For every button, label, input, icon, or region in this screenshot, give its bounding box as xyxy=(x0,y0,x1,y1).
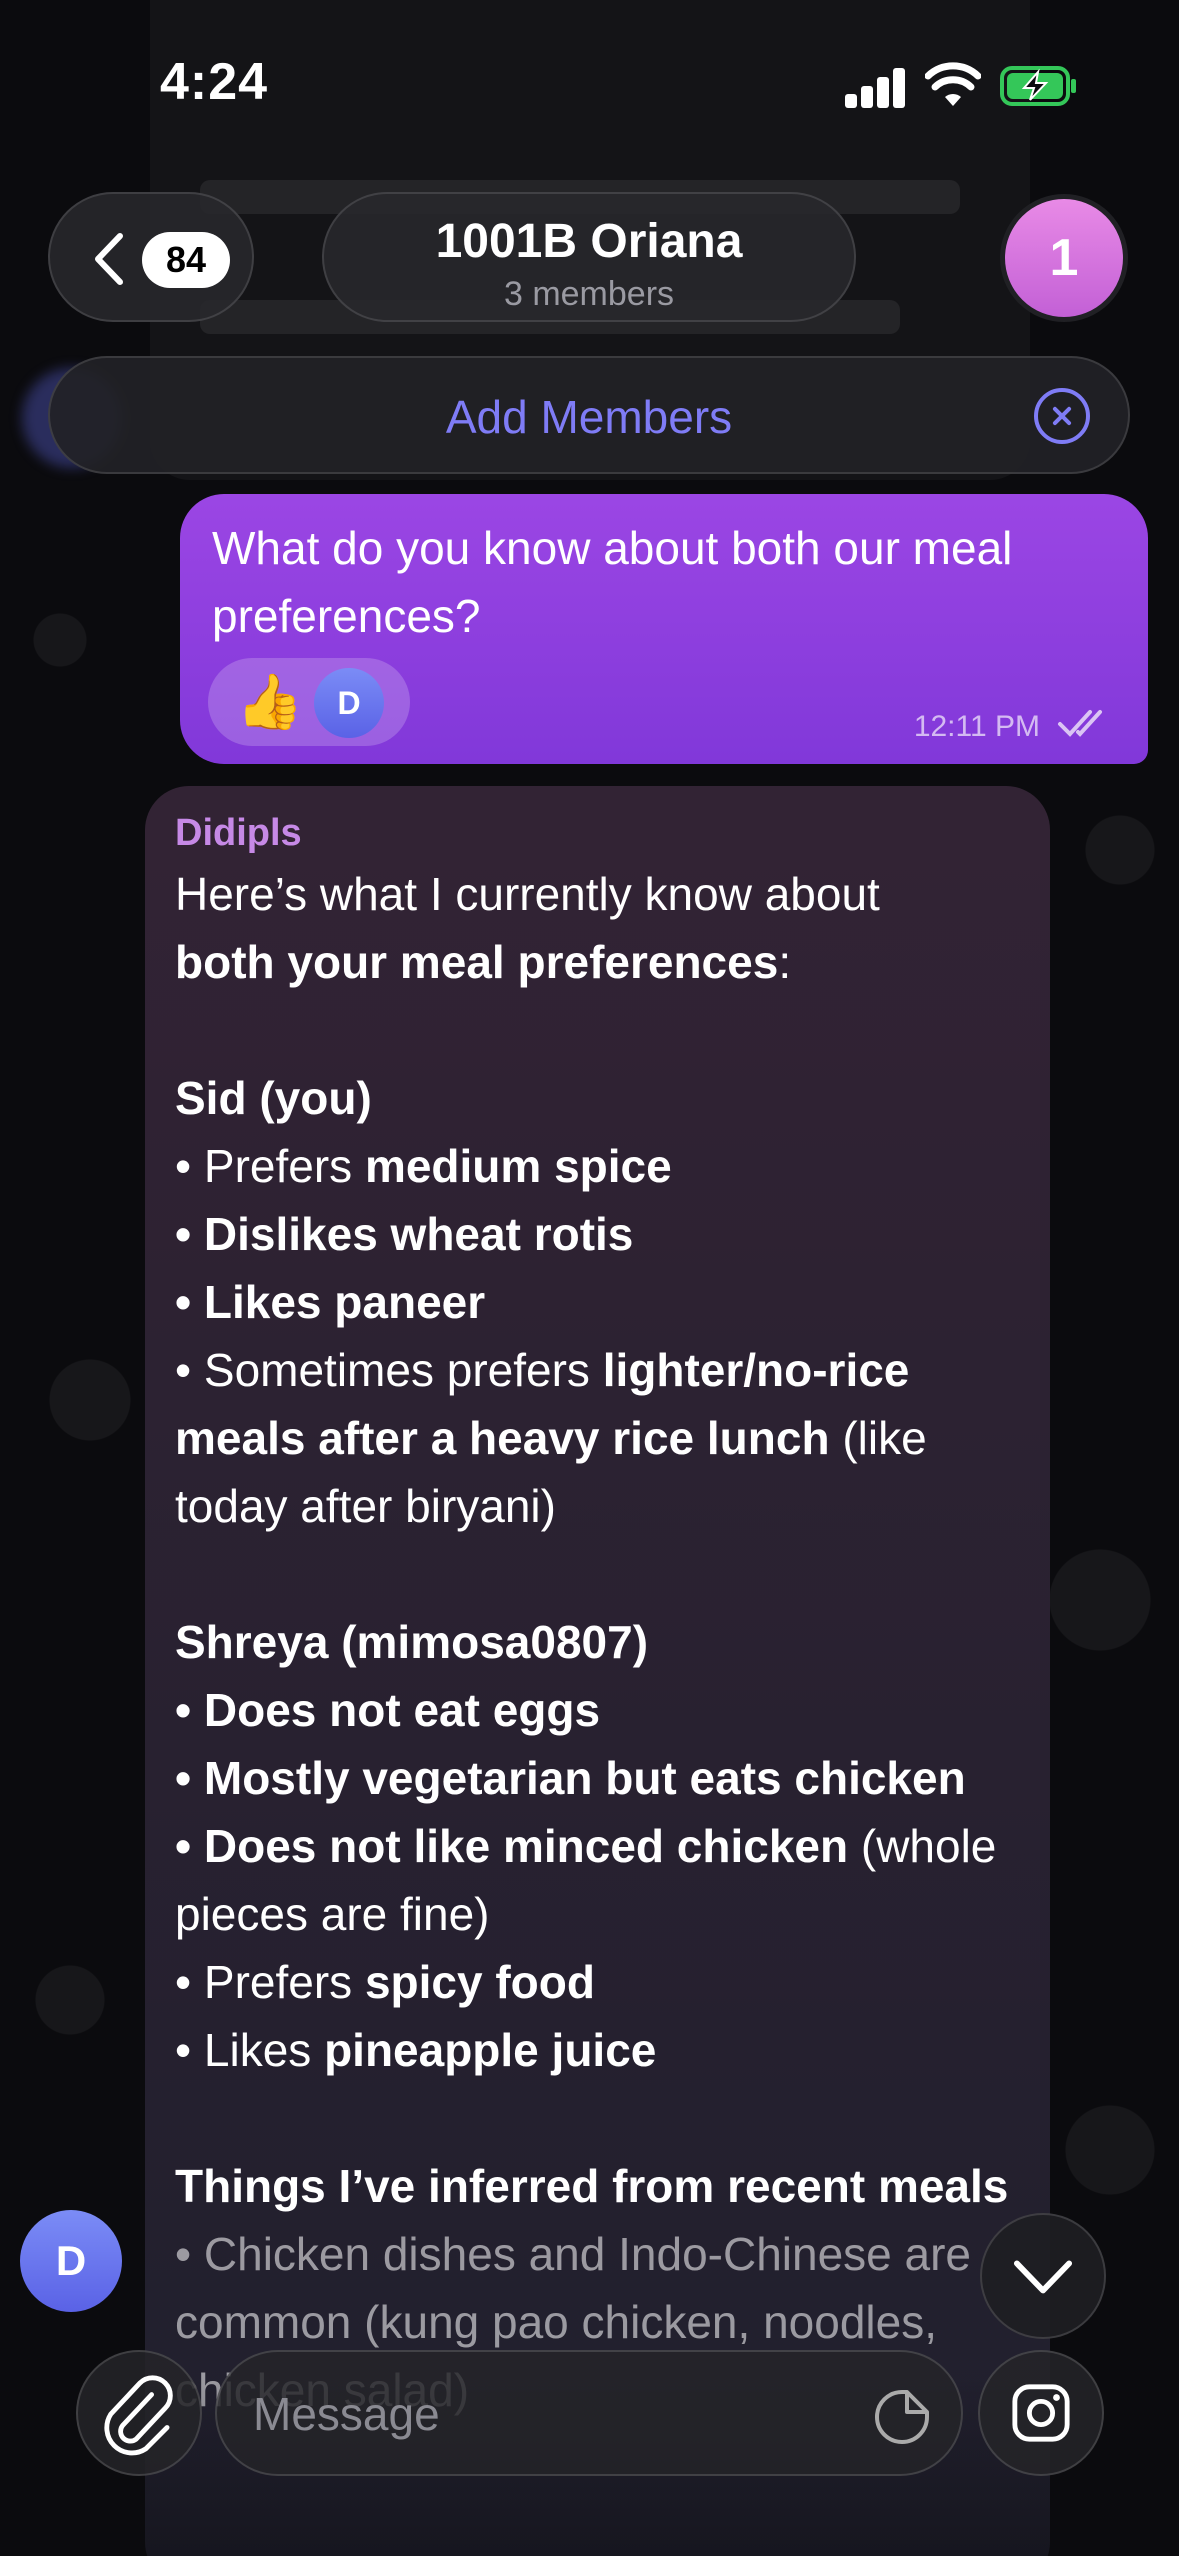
back-button[interactable]: 84 xyxy=(48,192,254,322)
cellular-signal-icon xyxy=(845,68,905,108)
chevron-left-icon xyxy=(95,233,123,285)
battery-charging-icon xyxy=(1000,66,1076,106)
chat-title-button[interactable]: 1001B Oriana 3 members xyxy=(322,192,856,322)
inferred-heading: Things I’ve inferred from recent meals xyxy=(175,2160,1009,2212)
instagram-icon xyxy=(1012,2384,1070,2442)
wifi-icon xyxy=(925,62,981,106)
attach-button[interactable] xyxy=(76,2350,202,2476)
shreya-section: Shreya (mimosa0807) • Does not eat eggs … xyxy=(175,1608,1020,2084)
message-input[interactable] xyxy=(253,2376,833,2452)
sid-heading: Sid (you) xyxy=(175,1072,372,1124)
message-time: 12:11 PM xyxy=(913,710,1040,743)
add-members-bar[interactable]: Add Members xyxy=(48,356,1130,474)
reaction-chip[interactable]: 👍 D xyxy=(208,658,410,746)
sid-item-3: • Likes paneer xyxy=(175,1276,486,1328)
sid-item-1: • Prefers xyxy=(175,1140,365,1192)
sid-item-2: • Dislikes wheat rotis xyxy=(175,1208,634,1260)
shreya-item-5-bold: pineapple juice xyxy=(324,2024,657,2076)
shreya-item-5: • Likes xyxy=(175,2024,325,2076)
reaction-avatar: D xyxy=(314,668,384,738)
shreya-item-1: • Does not eat eggs xyxy=(175,1684,601,1736)
sender-name: Didipls xyxy=(175,812,302,854)
scroll-to-bottom-button[interactable] xyxy=(980,2213,1106,2339)
sid-section: Sid (you) • Prefers medium spice • Disli… xyxy=(175,1064,1020,1540)
intro-bold: both your meal preferences xyxy=(175,936,779,988)
close-icon[interactable] xyxy=(1034,388,1090,444)
message-input-container[interactable] xyxy=(215,2350,963,2476)
sid-item-4: • Sometimes prefers xyxy=(175,1344,603,1396)
chat-member-count: 3 members xyxy=(503,275,675,313)
shreya-item-2: • Mostly vegetarian but eats chicken xyxy=(175,1752,966,1804)
add-members-label: Add Members xyxy=(445,391,733,443)
intro-text: Here’s what I currently know about xyxy=(175,868,880,920)
shreya-item-4: • Prefers xyxy=(175,1956,365,2008)
shreya-item-4-bold: spicy food xyxy=(364,1956,595,2008)
outgoing-message-text: What do you know about both our meal pre… xyxy=(212,522,1013,642)
unread-count-badge: 84 xyxy=(142,232,230,288)
sender-avatar[interactable]: D xyxy=(20,2210,122,2312)
sticker-icon[interactable] xyxy=(873,2388,931,2446)
shreya-heading: Shreya (mimosa0807) xyxy=(175,1616,649,1668)
group-avatar[interactable]: 1 xyxy=(1000,194,1128,322)
status-bar: 4:24 xyxy=(0,0,1179,170)
paperclip-icon xyxy=(104,2375,173,2456)
chevron-down-icon xyxy=(1013,2260,1073,2294)
double-check-icon xyxy=(1058,710,1102,737)
message-intro: Here’s what I currently know about both … xyxy=(175,860,1020,996)
thumbs-up-emoji: 👍 xyxy=(236,672,304,732)
shreya-item-3-bold: • Does not like minced chicken xyxy=(175,1820,849,1872)
incoming-message-bubble[interactable]: Didipls Here’s what I currently know abo… xyxy=(145,786,1050,2556)
chat-title: 1001B Oriana xyxy=(435,215,743,268)
sid-item-1-bold: medium spice xyxy=(364,1140,672,1192)
instagram-button[interactable] xyxy=(978,2350,1104,2476)
outgoing-message-bubble[interactable]: What do you know about both our meal pre… xyxy=(180,494,1148,764)
intro-end: : xyxy=(778,936,792,988)
status-time: 4:24 xyxy=(160,53,269,111)
